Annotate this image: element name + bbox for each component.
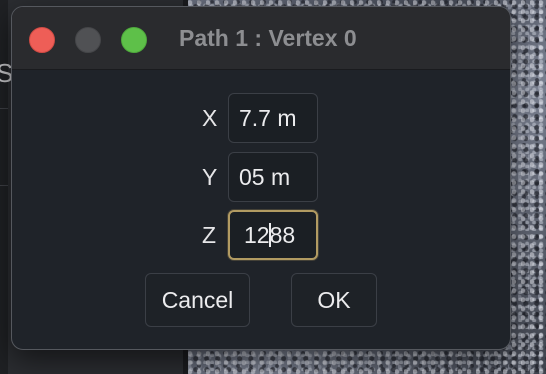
vertex-edit-dialog: Path 1 : Vertex 0 X 7.7 m Y 05 m Z 1288 …: [11, 6, 511, 350]
cancel-button[interactable]: Cancel: [145, 273, 250, 327]
background-sidebar-edge: [0, 0, 8, 374]
background-sidebar-separator: [0, 108, 8, 109]
y-field-label: Y: [202, 164, 218, 190]
x-coordinate-input[interactable]: 7.7 m: [228, 93, 318, 143]
dialog-titlebar[interactable]: Path 1 : Vertex 0: [12, 7, 510, 70]
x-field-row: X 7.7 m: [12, 93, 510, 143]
x-field-label: X: [202, 105, 218, 131]
z-field-label: Z: [202, 222, 217, 248]
y-field-row: Y 05 m: [12, 152, 510, 202]
dialog-title: Path 1 : Vertex 0: [179, 25, 357, 51]
y-coordinate-value: 05 m: [239, 164, 291, 190]
x-coordinate-value: 7.7 m: [239, 105, 297, 131]
background-sidebar-separator: [0, 185, 8, 186]
z-coordinate-value-before-caret: 12: [244, 222, 270, 248]
y-coordinate-input[interactable]: 05 m: [228, 152, 318, 202]
zoom-traffic-light-icon[interactable]: [121, 27, 147, 53]
z-coordinate-input[interactable]: 1288: [228, 210, 318, 260]
screen: S Path 1 : Vertex 0 X 7.7 m Y 05 m Z 128…: [0, 0, 546, 374]
ok-button[interactable]: OK: [291, 273, 377, 327]
minimize-traffic-light-icon: [75, 27, 101, 53]
z-field-row: Z 1288: [12, 210, 510, 260]
close-traffic-light-icon[interactable]: [29, 27, 55, 53]
z-coordinate-value-after-caret: 88: [269, 222, 296, 248]
